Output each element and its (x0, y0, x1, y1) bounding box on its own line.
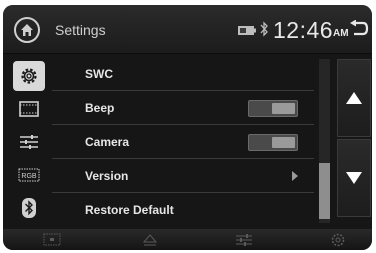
status-header: Settings 12:46 AM (3, 5, 372, 54)
page-title: Settings (55, 22, 106, 38)
camera-toggle[interactable] (248, 134, 298, 151)
display-icon (19, 101, 39, 117)
bluetooth-icon (22, 198, 36, 218)
bluetooth-status-icon (260, 21, 268, 37)
chevron-right-icon (292, 171, 298, 181)
setting-label: Camera (85, 135, 130, 149)
rgb-icon: RGB (18, 168, 40, 182)
head-unit-screen: Settings 12:46 AM RGB SWC Beep Camera Ve… (3, 5, 372, 250)
back-icon[interactable] (349, 20, 369, 38)
setting-row-version[interactable]: Version (52, 159, 314, 193)
scroll-up-button[interactable] (337, 59, 371, 137)
settings-list: SWC Beep Camera Version Restore Default (52, 57, 314, 225)
battery-icon (238, 26, 256, 35)
screen-off-icon[interactable] (42, 233, 62, 247)
sidebar-item-general[interactable] (13, 61, 45, 91)
setting-row-restore-default[interactable]: Restore Default (52, 193, 314, 227)
setting-row-swc[interactable]: SWC (52, 57, 314, 91)
home-button[interactable] (14, 17, 40, 43)
equalizer-icon (20, 135, 38, 149)
setting-label: Version (85, 169, 129, 183)
scrollbar-thumb[interactable] (319, 163, 330, 219)
gear-icon[interactable] (328, 233, 348, 247)
toggle-knob (272, 137, 295, 148)
bottom-bar (3, 229, 372, 250)
setting-label: Restore Default (85, 203, 174, 217)
home-icon (21, 24, 33, 36)
beep-toggle[interactable] (248, 100, 298, 117)
eject-icon[interactable] (140, 233, 160, 247)
arrow-up-icon (346, 92, 362, 104)
scroll-down-button[interactable] (337, 139, 371, 217)
clock-ampm: AM (333, 28, 349, 39)
equalizer-icon[interactable] (234, 233, 254, 247)
sidebar-item-bluetooth[interactable] (13, 193, 45, 223)
sidebar-item-display[interactable] (13, 94, 45, 124)
settings-category-sidebar: RGB (13, 57, 45, 227)
setting-label: SWC (85, 67, 113, 81)
rgb-label: RGB (21, 173, 37, 180)
setting-row-camera[interactable]: Camera (52, 125, 314, 159)
setting-row-beep[interactable]: Beep (52, 91, 314, 125)
setting-label: Beep (85, 101, 115, 115)
scrollbar-track[interactable] (319, 59, 330, 223)
arrow-down-icon (346, 172, 362, 184)
gear-icon (21, 68, 37, 84)
sidebar-item-rgb[interactable]: RGB (13, 160, 45, 190)
sidebar-item-audio[interactable] (13, 127, 45, 157)
clock-time: 12:46 (273, 17, 334, 43)
toggle-knob (272, 103, 295, 114)
